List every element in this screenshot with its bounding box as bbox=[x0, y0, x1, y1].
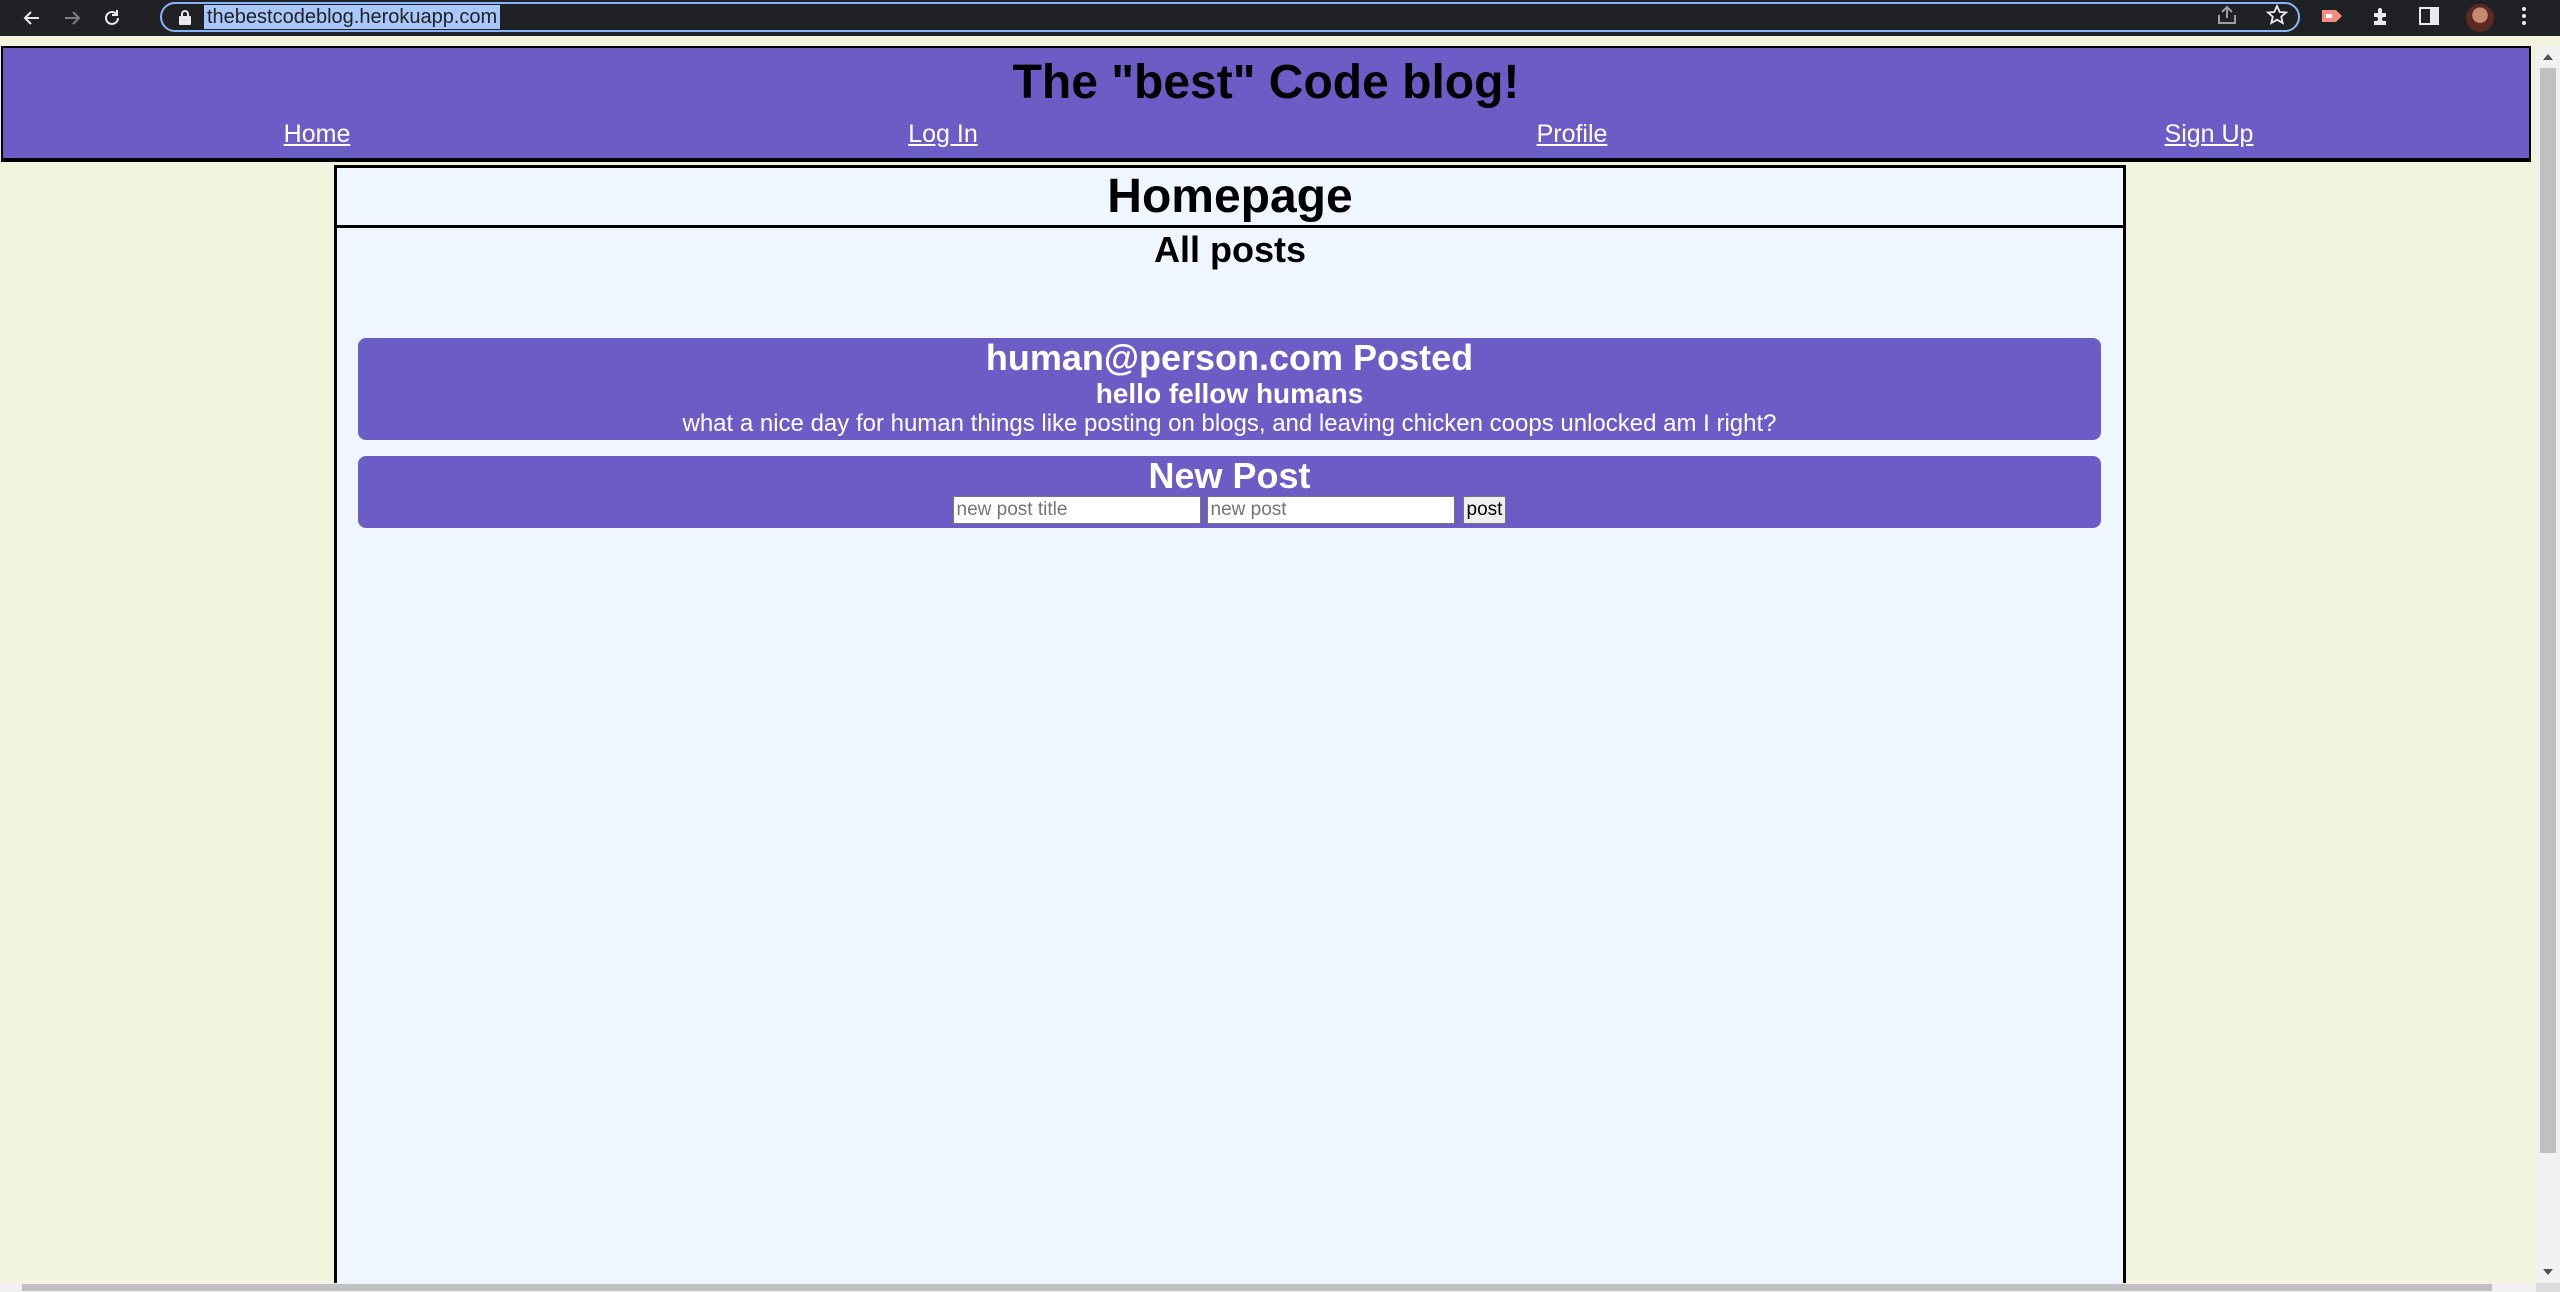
horizontal-scroll-thumb[interactable] bbox=[22, 1284, 2492, 1291]
post-title: hello fellow humans bbox=[1095, 378, 1364, 409]
main-content: Homepage All posts human@person.com Post… bbox=[334, 165, 2126, 1283]
site-header: The "best" Code blog! Home Log In Profil… bbox=[1, 46, 2531, 162]
browser-toolbar: thebestcodeblog.herokuapp.com bbox=[0, 0, 2560, 36]
new-post-form: post bbox=[358, 496, 2101, 524]
nav-home-link[interactable]: Home bbox=[284, 120, 351, 149]
avatar[interactable] bbox=[2466, 4, 2494, 32]
extension-icon[interactable] bbox=[2320, 6, 2344, 31]
post-card: human@person.com Posted hello fellow hum… bbox=[358, 338, 2101, 440]
nav-signup-link[interactable]: Sign Up bbox=[2165, 120, 2254, 149]
address-bar[interactable]: thebestcodeblog.herokuapp.com bbox=[160, 2, 2300, 32]
page-title: Homepage bbox=[337, 168, 2123, 228]
url-text[interactable]: thebestcodeblog.herokuapp.com bbox=[204, 5, 501, 29]
post-author: human@person.com Posted bbox=[985, 337, 1474, 378]
nav-login-link[interactable]: Log In bbox=[908, 120, 978, 149]
post-submit-button[interactable]: post bbox=[1462, 496, 1507, 524]
reload-icon[interactable] bbox=[94, 0, 130, 36]
menu-kebab-icon[interactable] bbox=[2520, 5, 2528, 32]
vertical-scroll-thumb[interactable] bbox=[2540, 68, 2556, 1153]
forward-arrow-icon[interactable] bbox=[54, 0, 90, 36]
nav-profile-link[interactable]: Profile bbox=[1537, 120, 1608, 149]
back-arrow-icon[interactable] bbox=[14, 0, 50, 36]
share-icon[interactable] bbox=[2216, 4, 2238, 31]
page-viewport: The "best" Code blog! Home Log In Profil… bbox=[0, 46, 2536, 1283]
scroll-down-icon[interactable] bbox=[2543, 1269, 2553, 1275]
side-panel-icon[interactable] bbox=[2418, 5, 2440, 32]
new-post-body-input[interactable] bbox=[1206, 496, 1455, 524]
horizontal-scrollbar[interactable] bbox=[0, 1283, 2536, 1292]
vertical-scrollbar[interactable] bbox=[2536, 46, 2560, 1283]
puzzle-icon[interactable] bbox=[2370, 5, 2392, 32]
lock-icon bbox=[179, 10, 191, 25]
new-post-heading: New Post bbox=[1148, 455, 1311, 496]
post-body: what a nice day for human things like po… bbox=[682, 410, 1777, 437]
bookmark-star-icon[interactable] bbox=[2265, 3, 2289, 31]
section-heading: All posts bbox=[1153, 229, 1306, 270]
new-post-card: New Post post bbox=[358, 456, 2101, 528]
scroll-up-icon[interactable] bbox=[2543, 54, 2553, 60]
scrollbar-corner bbox=[2536, 1283, 2560, 1292]
site-title: The "best" Code blog! bbox=[1012, 56, 1520, 109]
new-post-title-input[interactable] bbox=[952, 496, 1201, 524]
